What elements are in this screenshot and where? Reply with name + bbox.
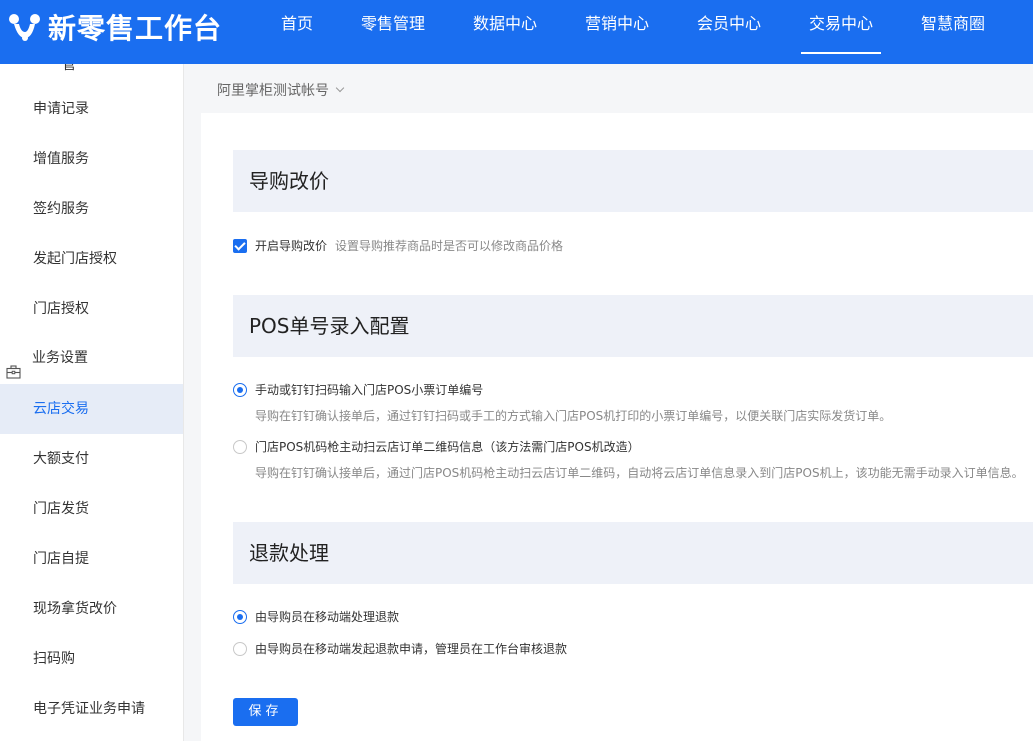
top-header: 新零售工作台 首页 零售管理 数据中心 营销中心 会员中心 交易中心 智慧商圈	[0, 0, 1033, 64]
pos-option-scanner-desc: 导购在钉钉确认接单后，通过门店POS机码枪主动扫云店订单二维码，自动将云店订单信…	[255, 466, 1024, 480]
pos-option-scanner-radio[interactable]	[233, 440, 247, 454]
sidebar-item-e-voucher-application[interactable]: 电子凭证业务申请	[0, 684, 183, 734]
sidebar-partial-item: 管	[62, 64, 76, 73]
sidebar-item-store-pickup[interactable]: 门店自提	[0, 534, 183, 584]
nav-retail-management[interactable]: 零售管理	[361, 0, 425, 64]
nav-member-center[interactable]: 会员中心	[697, 0, 761, 64]
pos-option-scanner-label[interactable]: 门店POS机码枪主动扫云店订单二维码信息（该方法需门店POS机改造）	[255, 438, 640, 455]
refund-option-review-label[interactable]: 由导购员在移动端发起退款申请，管理员在工作台审核退款	[255, 640, 567, 657]
sidebar-item-large-payment[interactable]: 大额支付	[0, 434, 183, 484]
account-bar: 阿里掌柜测试帐号	[201, 64, 1033, 113]
sidebar-item-scan-to-buy[interactable]: 扫码购	[0, 634, 183, 684]
section-title: POS单号录入配置	[249, 314, 410, 338]
pos-option-manual-desc: 导购在钉钉确认接单后，通过钉钉扫码或手工的方式输入门店POS机打印的小票订单编号…	[255, 409, 892, 423]
refund-option-mobile-radio[interactable]	[233, 610, 247, 624]
chevron-down-icon	[335, 83, 345, 93]
section-title: 导购改价	[249, 169, 329, 193]
pos-option-manual-label[interactable]: 手动或钉钉扫码输入门店POS小票订单编号	[255, 381, 483, 398]
section-header-refund: 退款处理	[233, 522, 1033, 584]
nav-home[interactable]: 首页	[281, 0, 313, 64]
account-selector[interactable]: 阿里掌柜测试帐号	[217, 80, 345, 100]
sidebar-group-label: 业务设置	[32, 350, 88, 366]
app-logo[interactable]: 新零售工作台	[8, 10, 223, 45]
nav-trade-center[interactable]: 交易中心	[801, 0, 881, 64]
price-change-checkbox[interactable]	[233, 239, 247, 253]
settings-panel: 导购改价 开启导购改价 设置导购推荐商品时是否可以修改商品价格 POS单号录入配…	[201, 113, 1033, 741]
price-change-checkbox-label[interactable]: 开启导购改价	[255, 237, 327, 254]
section-header-price-change: 导购改价	[233, 150, 1033, 212]
sidebar-group-business-settings[interactable]: 业务设置	[0, 333, 183, 383]
price-change-description: 设置导购推荐商品时是否可以修改商品价格	[335, 239, 564, 253]
sidebar-item-contract-services[interactable]: 签约服务	[0, 184, 183, 234]
app-title: 新零售工作台	[48, 12, 223, 45]
sidebar-item-cloud-store-trade[interactable]: 云店交易	[0, 384, 183, 434]
nav-data-center[interactable]: 数据中心	[473, 0, 537, 64]
sidebar-item-application-records[interactable]: 申请记录	[0, 84, 183, 134]
sidebar-item-store-authorization[interactable]: 门店授权	[0, 284, 183, 334]
refund-option-review-radio[interactable]	[233, 642, 247, 656]
logo-icon	[8, 12, 42, 42]
briefcase-icon	[6, 350, 21, 379]
sidebar: 管 申请记录 增值服务 签约服务 发起门店授权 门店授权 业务设置 云店交易 大…	[0, 64, 184, 741]
sidebar-item-value-added-services[interactable]: 增值服务	[0, 134, 183, 184]
section-header-pos-config: POS单号录入配置	[233, 295, 1033, 357]
pos-option-manual-radio[interactable]	[233, 383, 247, 397]
refund-option-mobile-label[interactable]: 由导购员在移动端处理退款	[255, 608, 399, 625]
sidebar-item-initiate-store-authorization[interactable]: 发起门店授权	[0, 234, 183, 284]
account-name: 阿里掌柜测试帐号	[217, 83, 329, 99]
section-title: 退款处理	[249, 541, 329, 565]
sidebar-item-onsite-price-change[interactable]: 现场拿货改价	[0, 584, 183, 634]
sidebar-item-store-delivery[interactable]: 门店发货	[0, 484, 183, 534]
nav-smart-business-district[interactable]: 智慧商圈	[921, 0, 985, 64]
save-button[interactable]: 保存	[233, 698, 298, 726]
nav-marketing-center[interactable]: 营销中心	[585, 0, 649, 64]
